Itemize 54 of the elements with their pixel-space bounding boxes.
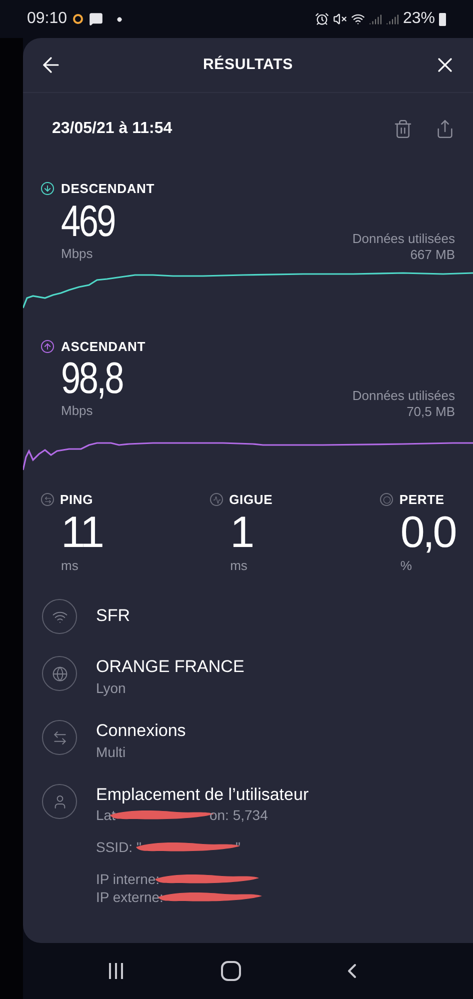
location-detail: IP interne: bbox=[96, 870, 160, 888]
speed-unit: Mbps bbox=[61, 244, 94, 262]
metric-unit: ms bbox=[60, 556, 78, 574]
data-used-value: 70,5 MB bbox=[406, 404, 455, 420]
location-detail: " bbox=[235, 838, 240, 856]
recent-apps-button[interactable] bbox=[109, 963, 124, 979]
metric-label: GIGUE bbox=[229, 491, 273, 509]
status-time: 09:10 bbox=[27, 9, 68, 29]
info-title: Emplacement de l’utilisateur bbox=[96, 784, 309, 806]
data-used-value: 667 MB bbox=[410, 246, 455, 262]
mute-icon bbox=[332, 12, 347, 26]
home-button[interactable] bbox=[221, 961, 242, 981]
location-detail: on: 5,734 bbox=[209, 806, 268, 824]
metric-label: PING bbox=[60, 491, 94, 509]
share-icon bbox=[435, 119, 455, 139]
speed-unit: Mbps bbox=[61, 402, 94, 420]
metric-label: PERTE bbox=[399, 491, 444, 509]
loss-icon bbox=[380, 493, 394, 506]
wifi-status-icon bbox=[350, 12, 365, 26]
metric-value: 1 bbox=[229, 510, 252, 556]
info-title: SFR bbox=[96, 605, 130, 627]
page-title: RÉSULTATS bbox=[202, 54, 294, 75]
share-button[interactable] bbox=[435, 119, 455, 139]
info-subtitle: Multi bbox=[96, 743, 127, 762]
user-icon bbox=[42, 784, 77, 819]
metric-unit: ms bbox=[229, 556, 248, 574]
ping-icon bbox=[41, 493, 54, 506]
wave-icon bbox=[210, 493, 224, 506]
speed-label: ASCENDANT bbox=[61, 338, 146, 356]
info-title: ORANGE FRANCE bbox=[96, 656, 244, 678]
arrows-icon bbox=[42, 720, 77, 755]
trash-icon bbox=[393, 119, 413, 139]
battery-level: 23% bbox=[402, 9, 435, 29]
info-subtitle: Lyon bbox=[96, 679, 127, 698]
metric-value: 11 bbox=[60, 510, 102, 556]
globe-icon bbox=[42, 656, 77, 691]
dot-icon bbox=[117, 16, 122, 22]
data-used-label: Données utilisées bbox=[352, 388, 455, 404]
battery-icon bbox=[439, 12, 446, 26]
metric-value: 0,0 bbox=[399, 510, 455, 556]
speed-value: 98,8 bbox=[61, 356, 122, 402]
location-detail: IP externe: bbox=[96, 888, 164, 906]
location-detail: SSID: " bbox=[96, 838, 142, 856]
alarm-icon bbox=[314, 12, 329, 26]
delete-button[interactable] bbox=[393, 119, 413, 139]
ring-icon bbox=[73, 14, 84, 24]
test-date: 23/05/21 à 11:54 bbox=[52, 119, 172, 139]
message-icon bbox=[89, 12, 104, 26]
wifi-icon bbox=[42, 599, 77, 634]
speed-label: DESCENDANT bbox=[61, 180, 155, 198]
info-title: Connexions bbox=[96, 720, 186, 742]
speed-value: 469 bbox=[61, 198, 114, 244]
metric-unit: % bbox=[399, 556, 412, 574]
data-used-label: Données utilisées bbox=[352, 230, 455, 246]
